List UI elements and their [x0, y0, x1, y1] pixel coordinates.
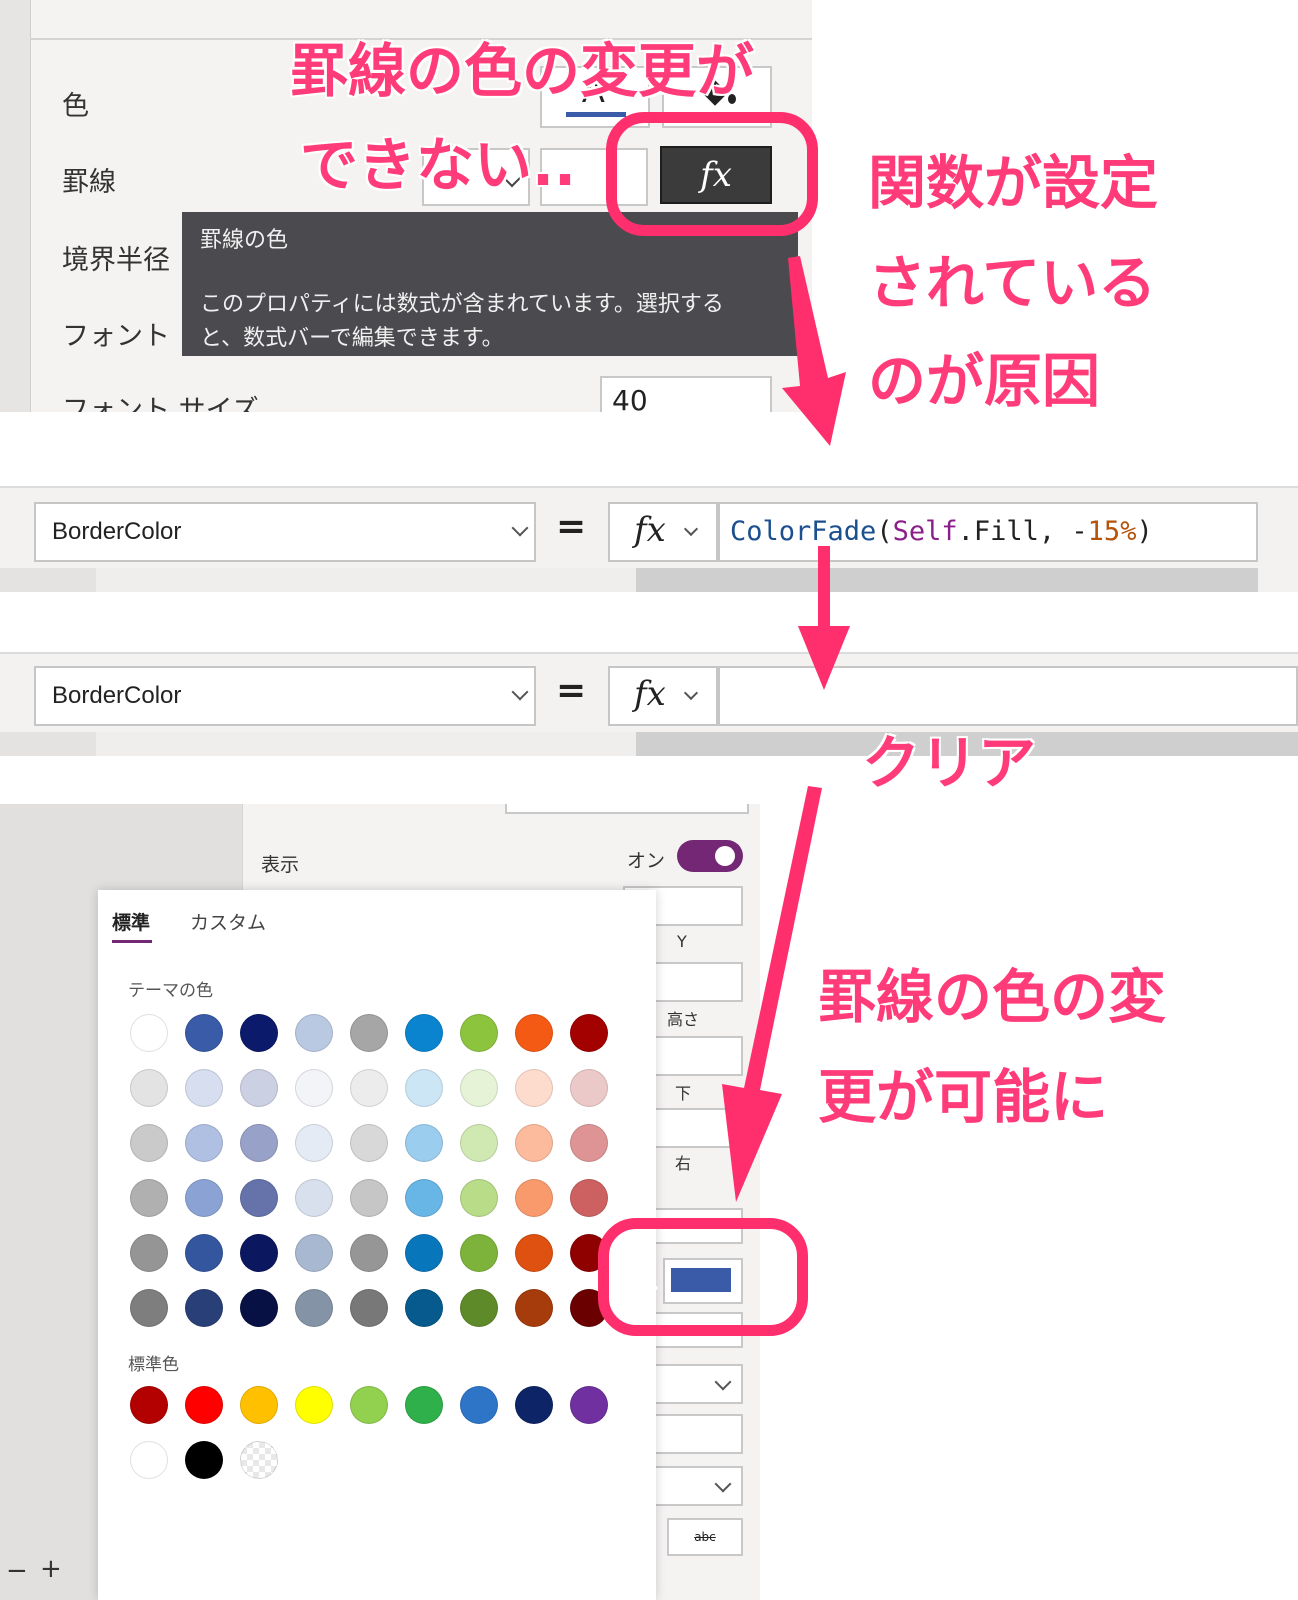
- annotation-arrows: [722, 256, 850, 1202]
- arrow-down-1: [782, 256, 846, 446]
- arrow-down-3: [722, 786, 822, 1202]
- arrow-down-2: [798, 546, 850, 690]
